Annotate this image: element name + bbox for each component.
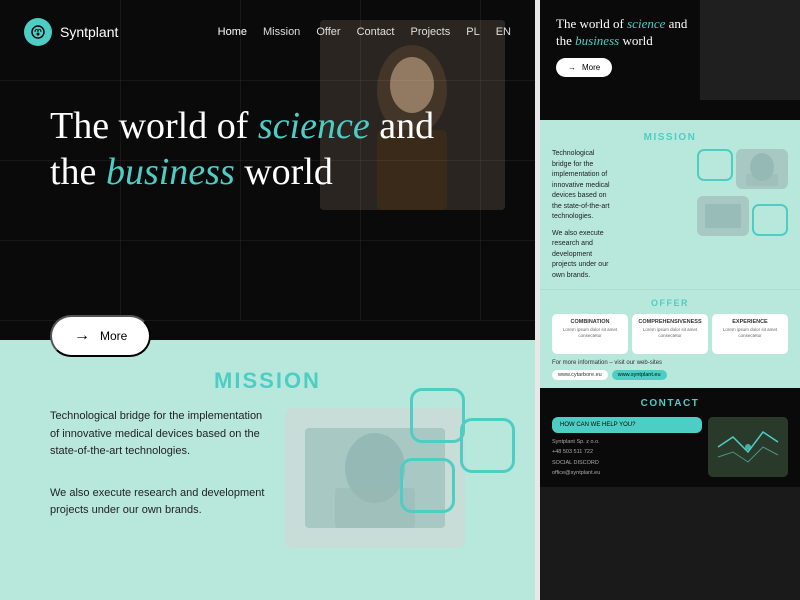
contact-email: office@syntplant.eu: [552, 469, 702, 477]
logo-icon: [24, 18, 52, 46]
more-button[interactable]: → More: [50, 315, 151, 357]
preview-contact-form: HOW CAN WE HELP YOU?: [552, 417, 702, 433]
hero-title-part2: and: [370, 105, 434, 147]
offer-card-1-text: Lorem ipsum dolor sit amet consectetur: [556, 327, 624, 340]
preview-deco-group: [697, 149, 788, 189]
arrow-icon: →: [74, 327, 90, 345]
offer-card-2-title: COMPREHENSIVENESS: [636, 319, 704, 325]
nav-offer[interactable]: Offer: [316, 26, 340, 38]
nav-en[interactable]: EN: [496, 26, 511, 38]
ph-science: science: [627, 16, 665, 31]
preview-more-btn[interactable]: → More: [556, 58, 612, 77]
offer-card-3-title: EXPERIENCE: [716, 319, 784, 325]
preview-contact: CONTACT HOW CAN WE HELP YOU? Syntplant S…: [540, 388, 800, 487]
ph-part3: the: [556, 33, 575, 48]
hero-title-business: business: [106, 151, 235, 193]
ph-part2: and: [665, 16, 687, 31]
offer-url-1[interactable]: www.cytarbore.eu: [552, 370, 608, 380]
preview-arrow-icon: →: [568, 63, 576, 72]
preview-contact-row: HOW CAN WE HELP YOU? Syntplant Sp. z o.o…: [552, 417, 788, 477]
preview-panel: The world of science and the business wo…: [540, 0, 800, 600]
logo: Syntplant: [24, 18, 118, 46]
offer-card-3-text: Lorem ipsum dolor sit amet consectetur: [716, 327, 784, 340]
nav-mission[interactable]: Mission: [263, 26, 300, 38]
preview-hero-title: The world of science and the business wo…: [556, 16, 784, 50]
logo-text: Syntplant: [60, 24, 118, 40]
contact-social: SOCIAL DISCORD: [552, 459, 702, 467]
hero-section: The world of science and the business wo…: [0, 64, 535, 387]
preview-offer-title: OFFER: [552, 298, 788, 308]
preview-contact-map: [708, 417, 788, 477]
hero-title-part3: the: [50, 151, 106, 193]
preview-offer: OFFER COMBINATION Lorem ipsum dolor sit …: [540, 289, 800, 388]
hero-title-part4: world: [235, 151, 333, 193]
hero-title-part1: The world of: [50, 105, 258, 147]
contact-phone: +48 503 511 722: [552, 448, 702, 456]
preview-mission-imgs: [673, 149, 788, 236]
offer-card-1: COMBINATION Lorem ipsum dolor sit amet c…: [552, 314, 628, 354]
nav-contact[interactable]: Contact: [357, 26, 395, 38]
mission-content: Technological bridge for the implementat…: [50, 408, 485, 548]
preview-mission-row: Technological bridge for the implementat…: [552, 149, 788, 281]
preview-mission: MISSION Technological bridge for the imp…: [540, 120, 800, 289]
preview-hero-bg: [700, 0, 800, 100]
preview-offer-cards: COMBINATION Lorem ipsum dolor sit amet c…: [552, 314, 788, 354]
contact-how-label: HOW CAN WE HELP YOU?: [560, 422, 694, 428]
preview-hero: The world of science and the business wo…: [540, 0, 800, 120]
hero-title: The world of science and the business wo…: [50, 104, 485, 195]
deco-square-3: [400, 458, 455, 513]
mission-text-area: Technological bridge for the implementat…: [50, 408, 265, 520]
preview-mission-title: MISSION: [552, 132, 788, 143]
contact-address-label: Syntplant Sp. z o.o.: [552, 438, 702, 446]
preview-mission-img-2: [697, 196, 749, 236]
offer-url-2[interactable]: www.syntplant.eu: [612, 370, 667, 380]
ph-part1: The world of: [556, 16, 627, 31]
offer-card-2-text: Lorem ipsum dolor sit amet consectetur: [636, 327, 704, 340]
preview-sq-1: [697, 149, 733, 181]
preview-mission-text2: We also execute research and development…: [552, 229, 615, 282]
preview-contact-title: CONTACT: [552, 398, 788, 409]
preview-mission-texts: Technological bridge for the implementat…: [552, 149, 667, 281]
nav-projects[interactable]: Projects: [411, 26, 451, 38]
deco-square-1: [410, 388, 465, 443]
offer-links-area: For more information – visit our web-sit…: [552, 360, 788, 380]
deco-square-2: [460, 418, 515, 473]
mission-section: MISSION Technological bridge for the imp…: [0, 340, 535, 600]
mission-text-1: Technological bridge for the implementat…: [50, 408, 265, 461]
more-label: More: [100, 329, 127, 343]
preview-contact-info: Syntplant Sp. z o.o. +48 503 511 722 SOC…: [552, 438, 702, 477]
nav-home[interactable]: Home: [218, 26, 247, 38]
offer-card-1-title: COMBINATION: [556, 319, 624, 325]
preview-mission-text1: Technological bridge for the implementat…: [552, 149, 615, 223]
preview-deco-group-2: [697, 196, 788, 236]
preview-offer-links: www.cytarbore.eu www.syntplant.eu: [552, 370, 788, 380]
main-panel: Syntplant Home Mission Offer Contact Pro…: [0, 0, 535, 600]
navbar: Syntplant Home Mission Offer Contact Pro…: [0, 0, 535, 64]
offer-card-3: EXPERIENCE Lorem ipsum dolor sit amet co…: [712, 314, 788, 354]
preview-mission-img-1: [736, 149, 788, 189]
preview-sq-2: [752, 204, 788, 236]
ph-part4: world: [619, 33, 653, 48]
preview-more-label: More: [582, 63, 600, 72]
nav-links: Home Mission Offer Contact Projects PL E…: [218, 26, 511, 38]
mission-text-2: We also execute research and development…: [50, 485, 265, 520]
hero-title-science: science: [258, 105, 370, 147]
preview-contact-left: HOW CAN WE HELP YOU? Syntplant Sp. z o.o…: [552, 417, 702, 477]
offer-card-2: COMPREHENSIVENESS Lorem ipsum dolor sit …: [632, 314, 708, 354]
ph-business: business: [575, 33, 619, 48]
offer-link-label: For more information – visit our web-sit…: [552, 360, 788, 366]
nav-pl[interactable]: PL: [466, 26, 479, 38]
